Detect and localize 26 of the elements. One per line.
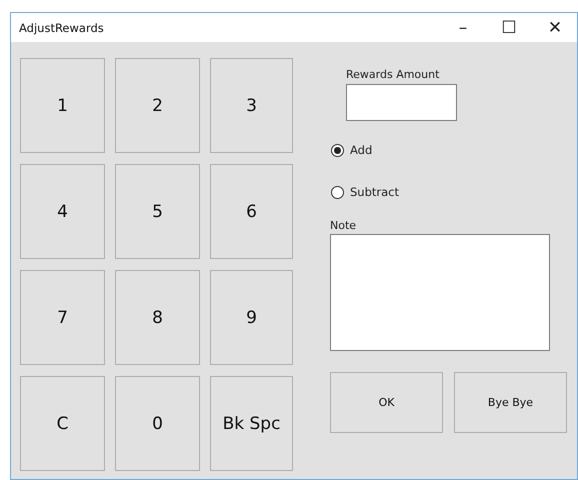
field-label: Note	[330, 219, 356, 232]
input-field[interactable]	[346, 84, 457, 121]
keypad-button[interactable]: 9	[210, 270, 293, 365]
radio-label[interactable]: Subtract	[350, 185, 400, 199]
keypad-button[interactable]: Bk Spc	[210, 376, 293, 471]
close-button[interactable]: ✕	[533, 13, 577, 42]
keypad-button[interactable]: 7	[20, 270, 105, 365]
keypad-button[interactable]: 4	[20, 164, 105, 259]
radio-icon[interactable]	[331, 186, 344, 198]
minimize-button[interactable]: –	[441, 13, 485, 42]
keypad-button[interactable]: 0	[115, 376, 200, 471]
radio-icon[interactable]	[331, 144, 344, 156]
keypad-button[interactable]: 3	[210, 58, 293, 153]
keypad-button[interactable]: 8	[115, 270, 200, 365]
window-title: AdjustRewards	[19, 20, 104, 34]
keypad-button[interactable]: 1	[20, 58, 105, 153]
dialog-button[interactable]: OK	[330, 372, 443, 433]
keypad-button[interactable]: 5	[115, 164, 200, 259]
note-field[interactable]	[330, 234, 550, 351]
keypad-button[interactable]: 2	[115, 58, 200, 153]
keypad-button[interactable]: C	[20, 376, 105, 471]
maximize-button[interactable]: ☐	[487, 13, 531, 42]
keypad-button[interactable]: 6	[210, 164, 293, 259]
dialog-button[interactable]: Bye Bye	[454, 372, 567, 433]
field-label: Rewards Amount	[346, 68, 440, 81]
radio-label[interactable]: Add	[350, 143, 372, 157]
